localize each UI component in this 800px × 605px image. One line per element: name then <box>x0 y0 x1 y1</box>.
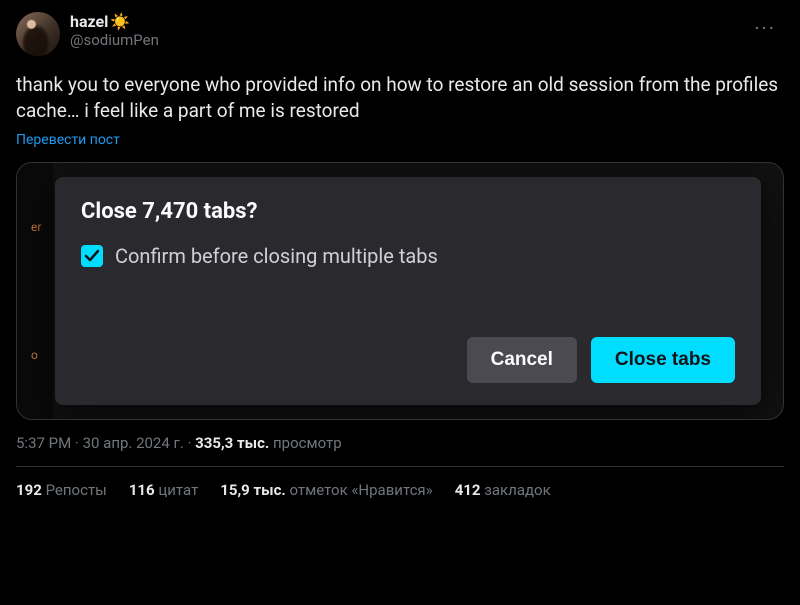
bookmarks-label: закладок <box>484 481 550 499</box>
more-button[interactable]: ··· <box>746 12 784 44</box>
tweet-meta: 5:37 PM · 30 апр. 2024 г. · 335,3 тыс. п… <box>16 434 784 452</box>
likes-count: 15,9 тыс. <box>220 481 285 499</box>
bg-text-fragment: er <box>31 220 53 234</box>
divider <box>16 466 784 467</box>
reposts-label: Репосты <box>46 481 107 499</box>
cancel-button[interactable]: Cancel <box>467 337 577 383</box>
quotes-label: цитат <box>158 481 198 499</box>
avatar[interactable] <box>16 12 60 56</box>
dialog-title: Close 7,470 tabs? <box>81 199 735 224</box>
dialog-buttons: Cancel Close tabs <box>81 337 735 383</box>
display-name: hazel <box>70 12 108 31</box>
likes-stat[interactable]: 15,9 тыс. отметок «Нравится» <box>220 481 432 499</box>
views-label: просмотр <box>273 434 342 452</box>
reposts-stat[interactable]: 192 Репосты <box>16 481 107 499</box>
checkbox-row: Confirm before closing multiple tabs <box>81 244 735 268</box>
user-block: hazel ☀️ @sodiumPen <box>70 12 159 49</box>
bookmarks-count: 412 <box>455 481 481 499</box>
sun-icon: ☀️ <box>110 12 130 31</box>
views-count[interactable]: 335,3 тыс. <box>195 434 269 452</box>
user-handle[interactable]: @sodiumPen <box>70 31 159 49</box>
tweet-time[interactable]: 5:37 PM <box>16 434 71 452</box>
quotes-stat[interactable]: 116 цитат <box>129 481 198 499</box>
tweet-header: hazel ☀️ @sodiumPen ··· <box>16 12 784 56</box>
confirm-checkbox[interactable] <box>81 245 103 267</box>
likes-label: отметок «Нравится» <box>290 481 433 499</box>
close-tabs-button[interactable]: Close tabs <box>591 337 735 383</box>
reposts-count: 192 <box>16 481 42 499</box>
tweet-text: thank you to everyone who provided info … <box>16 72 784 123</box>
image-background-fragment: er o <box>17 163 53 419</box>
bg-text-fragment: o <box>31 348 53 362</box>
checkbox-label: Confirm before closing multiple tabs <box>115 244 438 268</box>
tweet-date[interactable]: 30 апр. 2024 г. <box>83 434 184 452</box>
name-row[interactable]: hazel ☀️ <box>70 12 159 31</box>
bookmarks-stat[interactable]: 412 закладок <box>455 481 551 499</box>
translate-link[interactable]: Перевести пост <box>16 132 120 148</box>
quotes-count: 116 <box>129 481 155 499</box>
browser-dialog: Close 7,470 tabs? Confirm before closing… <box>55 177 761 405</box>
check-icon <box>84 248 100 264</box>
stats-row: 192 Репосты 116 цитат 15,9 тыс. отметок … <box>16 481 784 499</box>
attached-image[interactable]: er o Close 7,470 tabs? Confirm before cl… <box>16 162 784 420</box>
